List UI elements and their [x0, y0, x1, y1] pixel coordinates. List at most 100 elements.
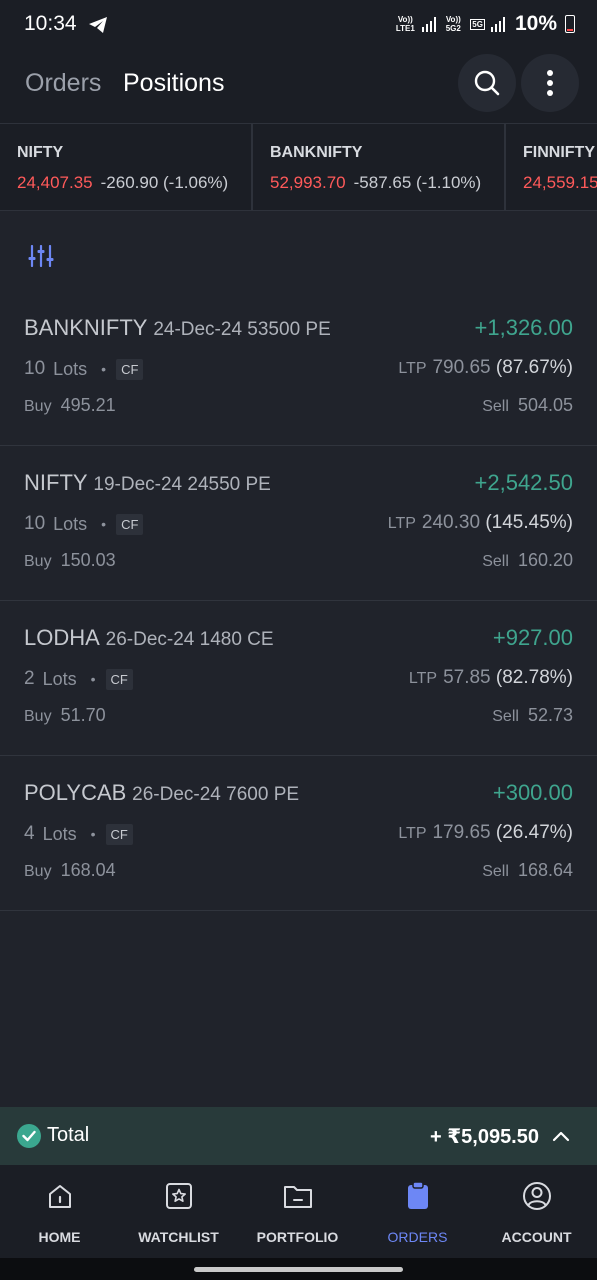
filter-button[interactable]: [28, 244, 54, 272]
status-time: 10:34: [24, 12, 77, 35]
ltp-percent: (82.78%): [495, 667, 573, 688]
position-symbol: LODHA: [24, 625, 100, 650]
more-vertical-icon: [547, 70, 553, 96]
index-name: FINNIFTY: [523, 144, 595, 161]
buy-price: 495.21: [60, 395, 116, 415]
sell-price: 168.64: [517, 860, 573, 880]
position-pnl: +2,542.50: [474, 470, 573, 495]
position-contract: 26-Dec-24 7600 PE: [132, 784, 300, 805]
nav-orders[interactable]: ORDERS: [358, 1165, 477, 1258]
index-change: -587.65 (-1.10%): [353, 173, 482, 192]
nav-portfolio[interactable]: PORTFOLIO: [238, 1165, 357, 1258]
more-options-button[interactable]: [521, 54, 579, 112]
buy-label: Buy: [24, 863, 52, 880]
indices-ticker[interactable]: NIFTY 24,407.35 -260.90 (-1.06%) BANKNIFT…: [0, 123, 597, 211]
lots-count: 2: [24, 668, 35, 689]
index-card-finnifty[interactable]: FINNIFTY 24,559.15: [505, 124, 597, 210]
ltp-value: 240.30: [421, 512, 481, 533]
home-indicator[interactable]: [194, 1267, 403, 1272]
clipboard-icon: [406, 1181, 430, 1211]
chevron-up-icon[interactable]: [552, 1129, 570, 1147]
total-value: + ₹5,095.50: [429, 1126, 539, 1148]
ltp-label: LTP: [408, 670, 438, 687]
network-type-label: 5G: [470, 18, 485, 30]
position-row[interactable]: LODHA 26-Dec-24 1480 CE +927.00 2 Lots • CF…: [0, 601, 597, 756]
sell-price: 504.05: [517, 395, 573, 415]
buy-label: Buy: [24, 398, 52, 415]
ltp-label: LTP: [387, 515, 416, 532]
ltp-value: 790.65: [432, 357, 491, 378]
ltp-value: 57.85: [443, 667, 491, 688]
position-contract: 24-Dec-24 53500 PE: [153, 319, 331, 340]
buy-label: Buy: [24, 553, 52, 570]
position-contract: 26-Dec-24 1480 CE: [105, 629, 274, 650]
cf-badge: CF: [105, 823, 133, 845]
lots-count: 10: [24, 513, 46, 534]
lots-label: Lots: [42, 668, 77, 689]
buy-price: 150.03: [60, 550, 116, 570]
index-name: NIFTY: [17, 144, 64, 161]
status-bar: 10:34 Vo)) LTE1 Vo)) 5G2 5G 10%: [0, 0, 597, 50]
sell-label: Sell: [482, 553, 509, 570]
search-button[interactable]: [458, 54, 516, 112]
index-card-nifty[interactable]: NIFTY 24,407.35 -260.90 (-1.06%): [0, 124, 253, 210]
position-row[interactable]: POLYCAB 26-Dec-24 7600 PE +300.00 4 Lots •…: [0, 756, 597, 911]
nav-label: PORTFOLIO: [256, 1229, 339, 1245]
tab-orders[interactable]: Orders: [25, 69, 101, 98]
position-pnl: +1,326.00: [474, 315, 573, 340]
index-price: 52,993.70: [270, 173, 346, 192]
home-icon: [46, 1181, 74, 1211]
user-icon: [522, 1181, 552, 1211]
battery-icon: [565, 15, 575, 33]
buy-price: 51.70: [60, 705, 106, 725]
index-name: BANKNIFTY: [270, 144, 363, 161]
ltp-value: 179.65: [432, 822, 491, 843]
nav-label: WATCHLIST: [138, 1229, 219, 1245]
position-pnl: +300.00: [492, 780, 573, 805]
position-symbol: POLYCAB: [24, 780, 127, 805]
search-icon: [474, 70, 500, 96]
index-price: 24,559.15: [523, 173, 597, 192]
position-symbol: NIFTY: [24, 470, 88, 495]
position-symbol: BANKNIFTY: [24, 315, 148, 340]
lots-count: 4: [24, 823, 35, 844]
nav-account[interactable]: ACCOUNT: [477, 1165, 596, 1258]
nav-home[interactable]: HOME: [0, 1165, 119, 1258]
total-label: Total: [47, 1124, 90, 1146]
ltp-label: LTP: [398, 825, 427, 842]
separator-dot: •: [90, 671, 96, 687]
nav-watchlist[interactable]: WATCHLIST: [119, 1165, 238, 1258]
ltp-percent: (87.67%): [495, 357, 573, 378]
ltp-label: LTP: [398, 360, 427, 377]
star-icon: [165, 1181, 193, 1211]
buy-price: 168.04: [60, 860, 116, 880]
position-row[interactable]: NIFTY 19-Dec-24 24550 PE +2,542.50 10 Lot…: [0, 446, 597, 601]
sliders-icon: [28, 244, 54, 268]
index-change: -260.90 (-1.06%): [100, 173, 229, 192]
separator-dot: •: [101, 361, 107, 377]
position-pnl: +927.00: [492, 625, 573, 650]
sim2-label: Vo)) 5G2: [445, 15, 461, 33]
buy-label: Buy: [24, 708, 52, 725]
signal-icon-2: [490, 16, 505, 32]
position-row[interactable]: BANKNIFTY 24-Dec-24 53500 PE +1,326.00 1…: [0, 291, 597, 446]
app-header: Orders Positions: [0, 50, 597, 123]
index-price: 24,407.35: [17, 173, 93, 192]
separator-dot: •: [90, 826, 96, 842]
nav-label: ACCOUNT: [501, 1229, 572, 1245]
signal-icon: [422, 16, 437, 32]
total-pnl-bar[interactable]: Total + ₹5,095.50: [0, 1107, 597, 1165]
lots-label: Lots: [53, 513, 88, 534]
sell-price: 160.20: [517, 550, 573, 570]
sell-label: Sell: [482, 863, 509, 880]
lots-count: 10: [24, 358, 46, 379]
cf-badge: CF: [116, 513, 144, 535]
tab-positions[interactable]: Positions: [123, 69, 224, 98]
separator-dot: •: [101, 516, 107, 532]
index-card-banknifty[interactable]: BANKNIFTY 52,993.70 -587.65 (-1.10%): [252, 124, 506, 210]
sell-price: 52.73: [527, 705, 573, 725]
bottom-navigation: HOME WATCHLIST PORTFOLIO ORDERS ACCOUNT: [0, 1165, 597, 1258]
check-circle-icon: [17, 1124, 41, 1148]
cf-badge: CF: [116, 358, 144, 380]
gesture-bar: [0, 1258, 597, 1280]
